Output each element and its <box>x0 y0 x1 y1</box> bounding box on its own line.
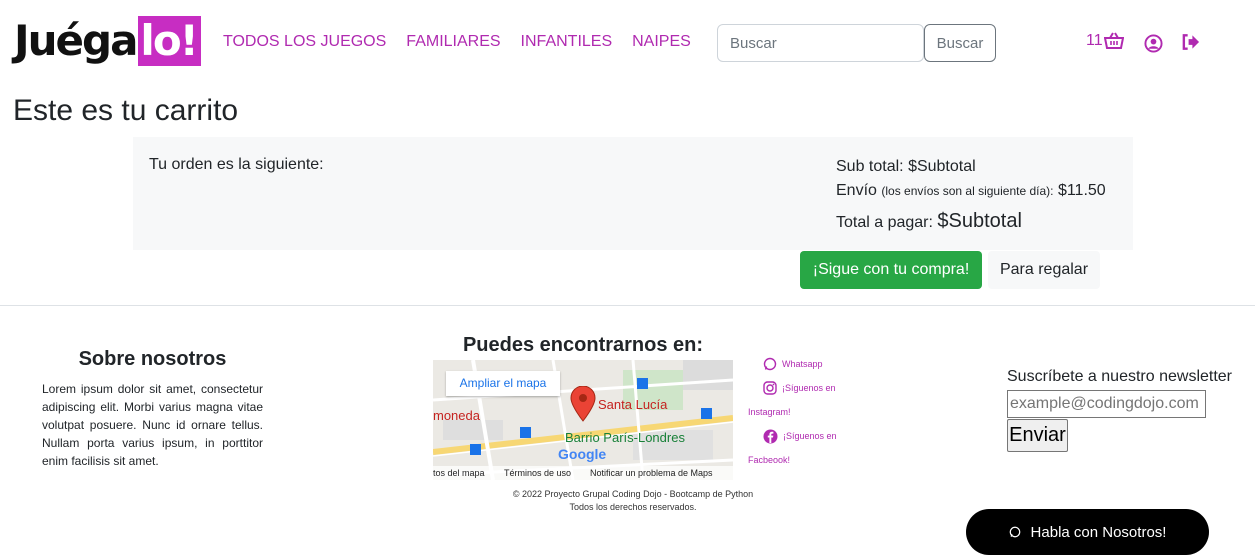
footer-divider <box>0 305 1255 306</box>
subtotal-row: Sub total: $Subtotal <box>836 155 1106 179</box>
chat-button[interactable]: Habla con Nosotros! <box>966 509 1209 555</box>
search-input[interactable] <box>717 24 924 62</box>
facebook-link[interactable]: ¡Síguenos en <box>748 424 848 448</box>
map-terms-link[interactable]: Términos de uso <box>504 466 571 480</box>
newsletter-email-field[interactable] <box>1007 390 1206 418</box>
instagram-label-2[interactable]: Instagram! <box>748 400 848 424</box>
total-row: Total a pagar: $Subtotal <box>836 209 1106 235</box>
copyright-line-1: © 2022 Proyecto Grupal Coding Dojo - Boo… <box>512 489 754 499</box>
logo-highlight: lo! <box>138 16 201 66</box>
map-label-santa-lucia: Santa Lucía <box>598 397 668 412</box>
instagram-icon <box>763 381 777 395</box>
nav-naipes[interactable]: NAIPES <box>632 33 691 51</box>
social-links: Whatsapp ¡Síguenos en Instagram! ¡Síguen… <box>748 352 848 472</box>
nav-familiares[interactable]: FAMILIARES <box>406 33 500 51</box>
map-title: Puedes encontrarnos en: <box>462 334 704 356</box>
facebook-label-2[interactable]: Facbeook! <box>748 448 848 472</box>
order-summary-box: Tu orden es la siguiente: Sub total: $Su… <box>133 137 1133 250</box>
total-value: $Subtotal <box>937 210 1022 232</box>
nav-todos-los-juegos[interactable]: TODOS LOS JUEGOS <box>223 33 386 51</box>
order-summary: Sub total: $Subtotal Envío (los envíos s… <box>836 155 1106 235</box>
cart-count: 11 <box>1086 32 1103 49</box>
newsletter-submit-button[interactable]: Enviar <box>1007 419 1068 452</box>
subtotal-value: $Subtotal <box>908 158 976 175</box>
gift-button[interactable]: Para regalar <box>988 251 1100 289</box>
shipping-label: Envío <box>836 182 877 199</box>
map-data-link[interactable]: tos del mapa <box>433 466 485 480</box>
whatsapp-label: Whatsapp <box>782 359 823 369</box>
logout-icon[interactable] <box>1181 33 1200 51</box>
chat-button-label: Habla con Nosotros! <box>1030 523 1167 541</box>
map-report-link[interactable]: Notificar un problema de Maps <box>590 466 713 480</box>
user-icon[interactable] <box>1144 34 1163 53</box>
whatsapp-icon <box>1009 526 1020 538</box>
map-enlarge-link[interactable]: Ampliar el mapa <box>446 371 560 396</box>
shipping-note: (los envíos son al siguiente día): <box>881 184 1054 198</box>
map-label-moneda: moneda <box>433 408 480 423</box>
shipping-row: Envío (los envíos son al siguiente día):… <box>836 179 1106 203</box>
copyright-line-2: Todos los derechos reservados. <box>569 502 697 512</box>
facebook-icon <box>763 429 778 443</box>
logo-text: Juéga <box>14 16 138 65</box>
subtotal-label: Sub total: <box>836 158 904 175</box>
map-label-barrio: Barrio París-Londres <box>565 430 685 445</box>
shipping-value: $11.50 <box>1057 182 1106 199</box>
map-pin-icon <box>570 386 596 422</box>
order-label: Tu orden es la siguiente: <box>149 156 324 173</box>
google-logo: Google <box>558 446 607 462</box>
whatsapp-link[interactable]: Whatsapp <box>748 352 848 376</box>
cart-link[interactable]: 11 <box>1086 32 1124 50</box>
copyright: © 2022 Proyecto Grupal Coding Dojo - Boo… <box>483 488 783 514</box>
facebook-label: ¡Síguenos en <box>783 431 837 441</box>
logo[interactable]: Juéga lo! <box>14 16 201 66</box>
newsletter-label: Suscríbete a nuestro newsletter <box>1007 368 1233 385</box>
page-title: Este es tu carrito <box>13 94 239 127</box>
basket-icon <box>1103 32 1124 49</box>
instagram-label: ¡Síguenos en <box>782 383 836 393</box>
whatsapp-icon <box>763 357 777 371</box>
search-button[interactable]: Buscar <box>924 24 996 62</box>
about-title: Sobre nosotros <box>78 348 227 370</box>
map-attribution-bar: tos del mapa Términos de uso Notificar u… <box>433 466 733 480</box>
nav-infantiles[interactable]: INFANTILES <box>521 33 613 51</box>
instagram-link[interactable]: ¡Síguenos en <box>748 376 848 400</box>
continue-shopping-button[interactable]: ¡Sigue con tu compra! <box>800 251 982 289</box>
about-text: Lorem ipsum dolor sit amet, consectetur … <box>42 382 263 468</box>
total-label: Total a pagar: <box>836 214 933 231</box>
main-nav: TODOS LOS JUEGOS FAMILIARES INFANTILES N… <box>223 33 691 51</box>
